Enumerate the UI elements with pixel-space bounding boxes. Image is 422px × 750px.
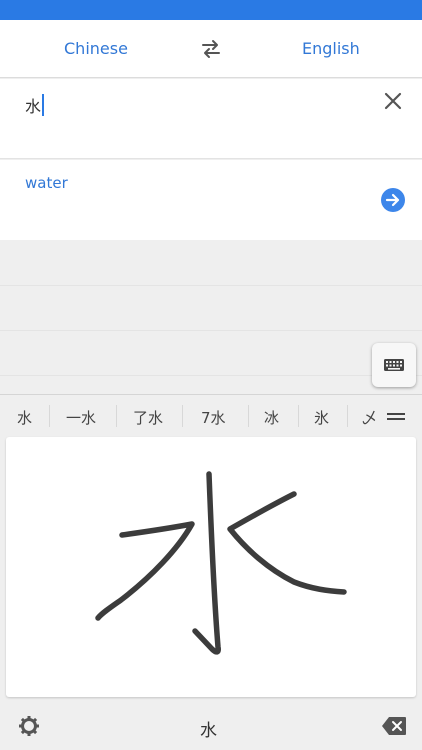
candidate-item[interactable]: 7水 <box>201 407 226 428</box>
target-language-button[interactable]: English <box>302 39 360 58</box>
divider <box>0 285 422 286</box>
handwriting-canvas[interactable] <box>6 437 416 697</box>
divider <box>182 405 183 427</box>
divider <box>49 405 50 427</box>
divider <box>0 375 422 376</box>
text-cursor <box>42 94 45 116</box>
backspace-icon[interactable] <box>381 716 407 736</box>
arrow-right-icon[interactable] <box>381 188 405 212</box>
gear-icon[interactable] <box>18 715 40 737</box>
handwriting-strokes <box>95 471 347 655</box>
source-text-field[interactable]: 水 <box>25 93 45 117</box>
close-icon[interactable] <box>382 90 404 112</box>
empty-area <box>0 240 422 393</box>
candidate-item[interactable]: 一水 <box>66 407 96 428</box>
translation-area: water <box>0 160 422 240</box>
status-bar <box>0 0 422 20</box>
candidate-item[interactable]: 冰 <box>264 407 279 428</box>
candidate-bar: 水 一水 了水 7水 冰 氷 乄 <box>0 394 422 436</box>
candidate-item[interactable]: 氷 <box>314 407 329 428</box>
recognized-character: 水 <box>200 721 217 741</box>
divider <box>298 405 299 427</box>
keyboard-icon <box>384 359 404 371</box>
keyboard-button[interactable] <box>372 343 416 387</box>
translation-text[interactable]: water <box>25 174 68 192</box>
divider <box>347 405 348 427</box>
divider <box>0 330 422 331</box>
candidate-item[interactable]: 水 <box>17 407 32 428</box>
divider <box>116 405 117 427</box>
source-language-button[interactable]: Chinese <box>64 39 128 58</box>
swap-icon[interactable] <box>199 38 223 60</box>
language-bar: Chinese English <box>0 20 422 78</box>
candidate-item[interactable]: 乄 <box>362 407 376 428</box>
candidate-item[interactable]: 了水 <box>133 407 163 428</box>
divider <box>248 405 249 427</box>
menu-icon[interactable] <box>387 412 405 422</box>
source-text: 水 <box>25 97 42 116</box>
source-text-area[interactable]: 水 <box>0 79 422 159</box>
